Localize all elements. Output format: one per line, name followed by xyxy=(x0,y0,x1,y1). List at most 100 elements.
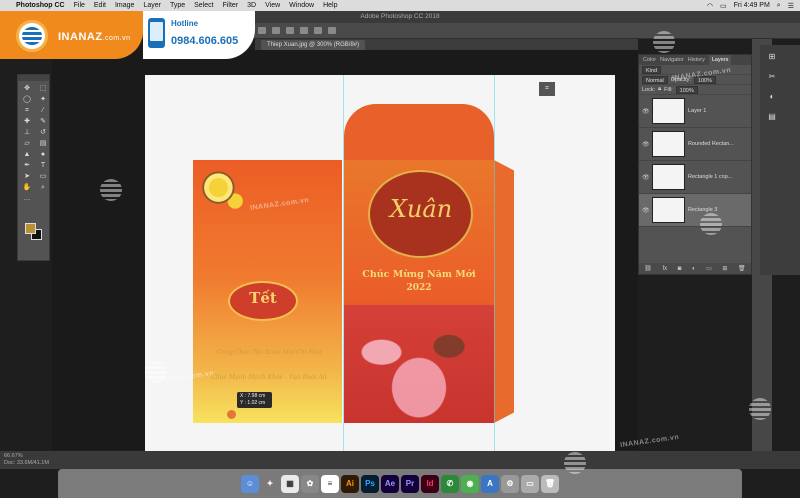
tab-layers[interactable]: Layers xyxy=(708,55,732,65)
calendar-icon[interactable]: ▦ xyxy=(281,474,299,493)
visibility-eye-icon[interactable]: 👁︎ xyxy=(642,174,650,181)
finder-icon[interactable]: ☺ xyxy=(241,474,259,493)
folder-icon[interactable]: ▭ xyxy=(706,265,712,272)
visibility-eye-icon[interactable]: 👁︎ xyxy=(642,108,650,115)
foreground-color-swatch[interactable] xyxy=(25,223,36,234)
grid-icon[interactable]: ⊞ xyxy=(766,51,778,62)
zoom-level[interactable]: 66.67% xyxy=(4,453,796,460)
watermark-logo xyxy=(700,213,722,235)
stamp-tool-icon[interactable]: ⊥ xyxy=(20,128,34,137)
launchpad-icon[interactable]: ✦ xyxy=(261,474,279,493)
history-brush-icon[interactable]: ↺ xyxy=(36,128,50,137)
fill-field[interactable]: 100% xyxy=(675,85,698,94)
pen-tool-icon[interactable]: ✒ xyxy=(20,161,34,170)
eraser-tool-icon[interactable]: ▱ xyxy=(20,139,34,148)
chrome-icon[interactable]: ◉ xyxy=(461,474,479,493)
layer-thumbnail xyxy=(652,164,685,190)
rectangle-tool-icon[interactable]: ▭ xyxy=(36,172,50,181)
adjustment-icon[interactable]: ◐ xyxy=(692,266,696,272)
align-bottom-icon[interactable] xyxy=(300,27,308,34)
guide-line[interactable] xyxy=(343,75,344,451)
link-layers-icon[interactable]: ⛓ xyxy=(644,265,652,272)
app-store-icon[interactable]: A xyxy=(481,474,499,493)
tools-icon[interactable]: ✂ xyxy=(766,71,778,82)
move-measure-tooltip: X : 7.98 cm Y : 1.02 cm xyxy=(237,392,272,408)
healing-brush-icon[interactable]: ✚ xyxy=(20,117,34,126)
more-tools-icon[interactable]: … xyxy=(20,194,34,203)
search-icon[interactable]: ⌕ xyxy=(777,2,781,10)
folder-icon[interactable]: ▭ xyxy=(521,474,539,493)
trash-icon[interactable]: 🗑︎ xyxy=(738,265,746,272)
distribute-icon[interactable] xyxy=(314,27,322,34)
guide-line[interactable] xyxy=(494,75,495,451)
tab-navigator[interactable]: Navigator xyxy=(660,57,684,63)
menu-image[interactable]: Image xyxy=(115,2,134,9)
blend-mode-select[interactable]: Normal xyxy=(642,75,668,84)
menu-layer[interactable]: Layer xyxy=(143,2,161,9)
menu-file[interactable]: File xyxy=(74,2,85,9)
wifi-icon[interactable]: ◠ xyxy=(707,2,713,10)
layer-row-selected[interactable]: 👁︎ Rectangle 3 xyxy=(639,194,751,227)
mask-icon[interactable]: ◙ xyxy=(678,266,682,272)
menu-app-name[interactable]: Photoshop CC xyxy=(16,2,65,9)
crop-tool-icon[interactable]: ⌗ xyxy=(20,106,34,115)
visibility-eye-icon[interactable]: 👁︎ xyxy=(642,207,650,214)
brush-tool-icon[interactable]: ✎ xyxy=(36,117,50,126)
brand-domain: .com.vn xyxy=(102,35,131,42)
menu-filter[interactable]: Filter xyxy=(223,2,239,9)
layer-row[interactable]: 👁︎ Rounded Rectan... xyxy=(639,128,751,161)
tab-color[interactable]: Color xyxy=(643,57,656,63)
new-layer-icon[interactable]: ⊞ xyxy=(722,265,727,272)
photos-icon[interactable]: ✿ xyxy=(301,474,319,493)
layer-name: Rectangle 1 cop... xyxy=(688,174,733,180)
menu-select[interactable]: Select xyxy=(194,2,213,9)
marquee-tool-icon[interactable]: ⬚ xyxy=(36,84,50,93)
document-tabs: Thiep Xuan.jpg @ 300% (RGB/8#) xyxy=(255,39,638,50)
after-effects-icon[interactable]: Ae xyxy=(381,474,399,493)
layer-row[interactable]: 👁︎ Layer 1 xyxy=(639,95,751,128)
menu-type[interactable]: Type xyxy=(170,2,185,9)
move-tool-icon[interactable]: ✥ xyxy=(20,84,34,93)
menu-edit[interactable]: Edit xyxy=(94,2,106,9)
indesign-icon[interactable]: Id xyxy=(421,474,439,493)
blur-tool-icon[interactable]: ▲ xyxy=(20,150,34,159)
list-icon[interactable]: ☰ xyxy=(788,2,794,10)
notes-icon[interactable]: ≡ xyxy=(321,474,339,493)
menu-help[interactable]: Help xyxy=(323,2,337,9)
path-select-icon[interactable]: ➤ xyxy=(20,172,34,181)
lasso-tool-icon[interactable]: ◯ xyxy=(20,95,34,104)
menu-view[interactable]: View xyxy=(265,2,280,9)
gradient-tool-icon[interactable]: ▤ xyxy=(36,139,50,148)
menubar-clock[interactable]: Fri 4:49 PM xyxy=(734,2,770,9)
kind-filter-select[interactable]: Kind xyxy=(642,65,662,74)
align-middle-icon[interactable] xyxy=(286,27,294,34)
eyedropper-icon[interactable]: ⁄ xyxy=(36,106,50,115)
premiere-icon[interactable]: Pr xyxy=(401,474,419,493)
adjust-icon[interactable]: ◐ xyxy=(766,91,778,102)
hand-tool-icon[interactable]: ✋ xyxy=(20,183,34,192)
distribute-h-icon[interactable] xyxy=(328,27,336,34)
dodge-tool-icon[interactable]: ● xyxy=(36,150,50,159)
illustrator-icon[interactable]: Ai xyxy=(341,474,359,493)
settings-icon[interactable]: ⚙ xyxy=(501,474,519,493)
trash-dock-icon[interactable]: 🗑︎ xyxy=(541,474,559,493)
type-tool-icon[interactable]: T xyxy=(36,161,50,170)
zoom-tool-icon[interactable]: ⌕ xyxy=(36,183,50,192)
visibility-eye-icon[interactable]: 👁︎ xyxy=(642,141,650,148)
menu-window[interactable]: Window xyxy=(289,2,314,9)
battery-icon[interactable]: ▭ xyxy=(720,2,727,10)
fx-icon[interactable]: fx xyxy=(662,266,667,272)
artboard-icon[interactable]: ⌗ xyxy=(539,82,555,96)
magic-wand-icon[interactable]: ✦ xyxy=(36,95,50,104)
layers-icon[interactable]: ▤ xyxy=(766,111,778,122)
layer-row[interactable]: 👁︎ Rectangle 1 cop... xyxy=(639,161,751,194)
align-top-icon[interactable] xyxy=(272,27,280,34)
tab-thiep-xuan[interactable]: Thiep Xuan.jpg @ 300% (RGB/8#) xyxy=(261,40,366,50)
menu-3d[interactable]: 3D xyxy=(247,2,256,9)
layers-panel-group: Color Navigator History Layers Kind Norm… xyxy=(638,54,752,275)
lock-icon[interactable]: 🔒︎ xyxy=(658,86,661,93)
tab-history[interactable]: History xyxy=(688,57,705,63)
align-right-icon[interactable] xyxy=(258,27,266,34)
photoshop-icon[interactable]: Ps xyxy=(361,474,379,493)
messages-icon[interactable]: ✆ xyxy=(441,474,459,493)
